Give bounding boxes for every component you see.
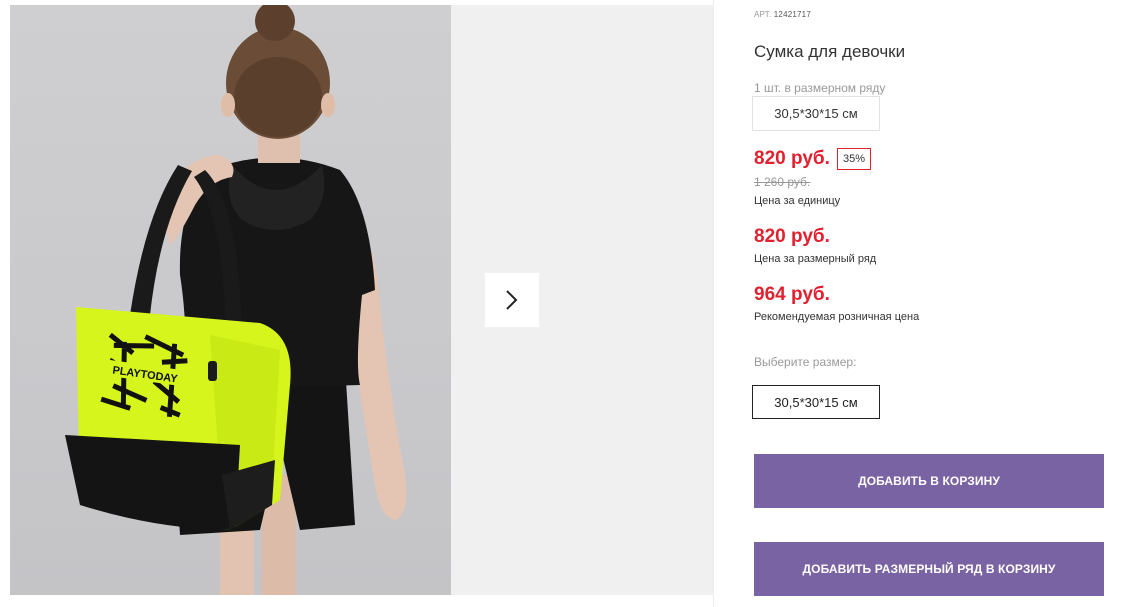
article-code: АРТ. 12421717 xyxy=(754,10,811,19)
product-photo: PLAYTODAY xyxy=(10,5,451,595)
retail-price-label: Рекомендуемая розничная цена xyxy=(754,311,920,323)
add-to-cart-button[interactable]: ДОБАВИТЬ В КОРЗИНУ xyxy=(754,454,1104,508)
add-size-row-to-cart-button[interactable]: ДОБАВИТЬ РАЗМЕРНЫЙ РЯД В КОРЗИНУ xyxy=(754,542,1104,596)
unit-price-label: Цена за единицу xyxy=(754,195,841,207)
column-divider xyxy=(713,0,714,607)
current-price: 820 руб. xyxy=(754,148,830,169)
bag-bottom xyxy=(65,435,240,530)
product-title: Сумка для девочки xyxy=(754,42,906,61)
choose-size-label: Выберите размер: xyxy=(754,355,857,369)
discount-badge: 35% xyxy=(837,148,871,170)
hair xyxy=(234,57,322,137)
zebra-print: PLAYTODAY xyxy=(96,329,193,421)
retail-price: 964 руб. xyxy=(754,284,830,305)
row-price-label: Цена за размерный ряд xyxy=(754,253,877,265)
size-option-selected[interactable]: 30,5*30*15 см xyxy=(752,385,880,419)
row-price: 820 руб. xyxy=(754,226,830,247)
ear xyxy=(221,93,235,117)
size-range-badge: 30,5*30*15 см xyxy=(752,96,880,131)
pieces-in-row: 1 шт. в размерном ряду xyxy=(754,81,886,95)
next-image-button[interactable] xyxy=(485,273,539,327)
product-photo-illustration: PLAYTODAY xyxy=(65,5,407,595)
product-gallery: PLAYTODAY xyxy=(0,0,713,607)
bag-loop xyxy=(208,361,217,381)
ear xyxy=(321,93,335,117)
chevron-right-icon xyxy=(506,290,518,310)
article-prefix: АРТ. xyxy=(754,10,772,19)
old-price: 1 260 руб. xyxy=(754,175,811,189)
article-number: 12421717 xyxy=(773,10,811,19)
